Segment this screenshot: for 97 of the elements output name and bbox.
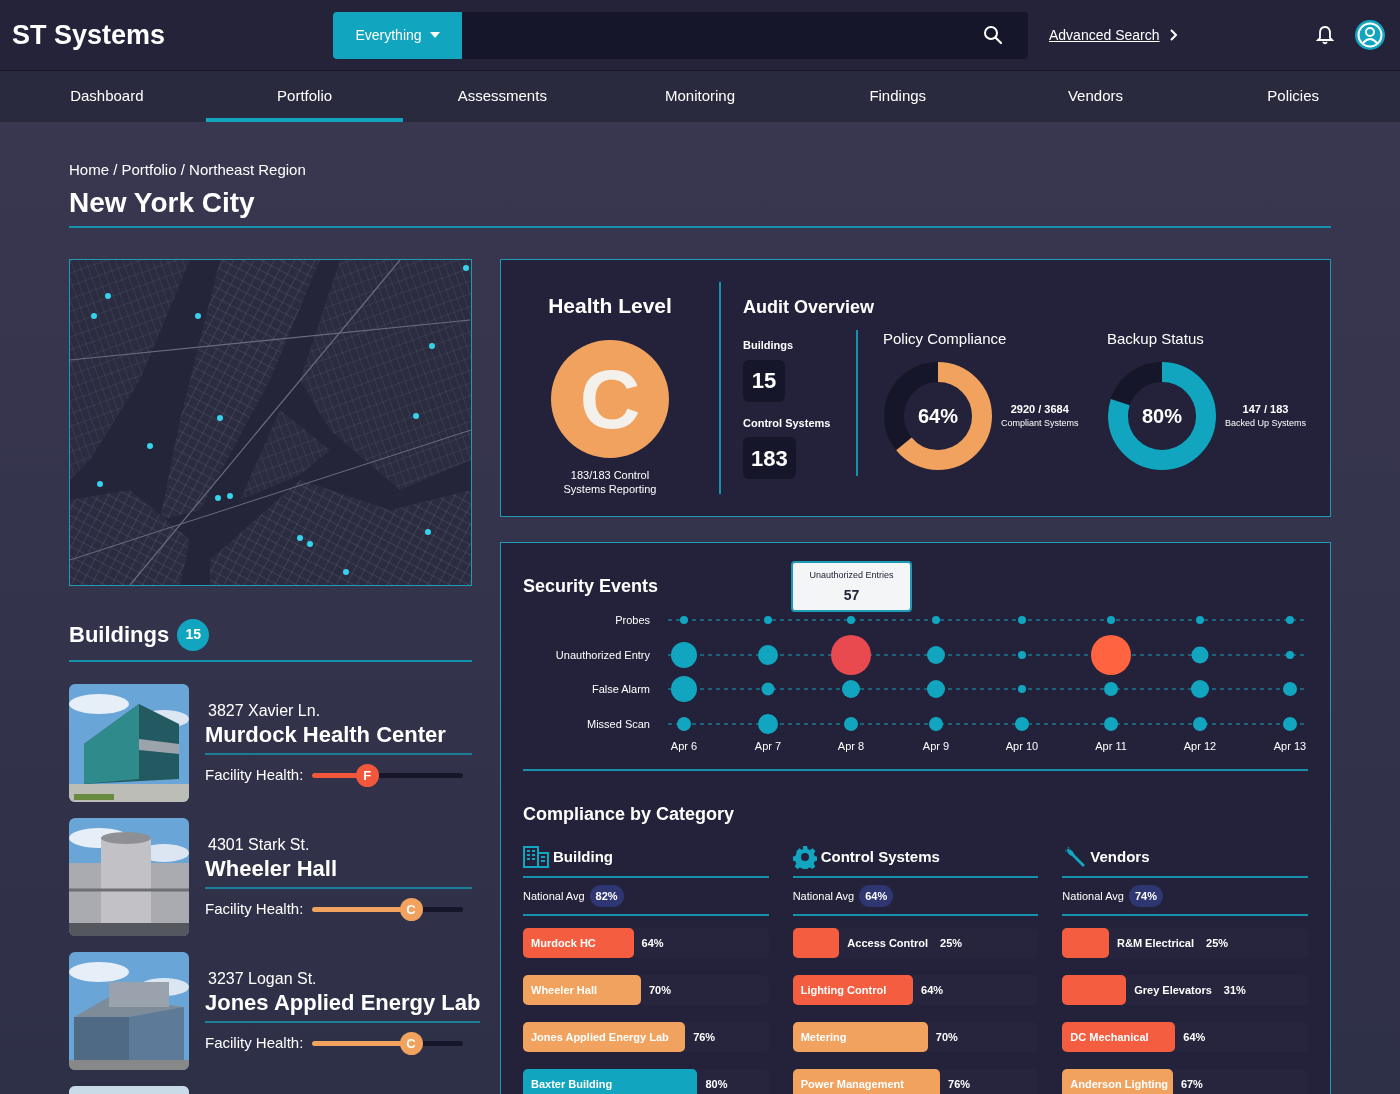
national-avg-badge: 74%	[1128, 884, 1163, 908]
compliance-bar: Baxter Building	[523, 1069, 698, 1094]
facility-health-label: Facility Health:	[205, 899, 304, 919]
date-label: Apr 6	[670, 740, 698, 752]
donut-percent: 64%	[917, 403, 959, 429]
bar-label: Access Control	[847, 935, 929, 951]
tooltip-title: Unauthorized Entries	[809, 569, 894, 581]
row-label: Unauthorized Entry	[555, 649, 650, 661]
bar-value: 25%	[940, 935, 963, 951]
breadcrumb[interactable]: Home / Portfolio / Northeast Region	[69, 160, 1331, 180]
compliance-bar: DC Mechanical	[1062, 1022, 1176, 1052]
row-label: Missed Scan	[587, 718, 650, 730]
national-avg-label: National Avg	[1062, 888, 1124, 904]
stat-value: 15	[743, 359, 785, 402]
advanced-search-link[interactable]: Advanced Search	[1049, 24, 1160, 46]
section-title: Compliance by Category	[523, 803, 735, 826]
compliance-bar: Jones Applied Energy Lab	[523, 1022, 686, 1052]
grade-thumb: F	[355, 763, 379, 787]
date-label: Apr 9	[922, 740, 950, 752]
bar-value: 64%	[921, 982, 944, 998]
panel-title: Security Events	[523, 575, 659, 598]
nav-tab[interactable]: Assessments	[403, 71, 602, 122]
category-title: Control Systems	[820, 846, 940, 867]
tooltip-value: 57	[843, 586, 860, 605]
nav-tab[interactable]: Monitoring	[601, 71, 799, 122]
compliance-bar: Lighting Control	[792, 975, 914, 1005]
notification-bell-icon[interactable]	[1316, 25, 1334, 45]
nav-tab[interactable]: Policies	[1194, 71, 1393, 122]
bar-value: 64%	[641, 935, 664, 951]
stat-value: 183	[743, 437, 796, 479]
page-title: New York City	[69, 186, 256, 220]
bar-value: 64%	[1183, 1029, 1206, 1045]
building-address: 4301 Stark St.	[207, 835, 311, 855]
date-label: Apr 8	[837, 740, 865, 752]
bar-value: 70%	[648, 982, 671, 998]
stat-label: Buildings	[743, 338, 795, 353]
bar-value: 76%	[693, 1029, 716, 1045]
count-badge: 15	[177, 618, 210, 651]
bar-label: Grey Elevators	[1134, 982, 1212, 998]
building-name[interactable]: Wheeler Hall	[205, 855, 472, 883]
donut-count: 2920 / 3684	[1010, 401, 1069, 417]
compliance-bar: Power Management	[792, 1069, 941, 1094]
bar-value: 76%	[948, 1076, 971, 1092]
donut-caption: Backed Up Systems	[1225, 417, 1307, 430]
compliance-bar: Metering	[792, 1022, 928, 1052]
building-address: 3827 Xavier Ln.	[207, 701, 322, 721]
health-caption: 183/183 Control Systems Reporting	[562, 467, 658, 496]
national-avg-badge: 82%	[589, 884, 624, 908]
bar-value: 80%	[705, 1076, 728, 1092]
user-avatar-icon[interactable]	[1354, 19, 1386, 51]
facility-health-label: Facility Health:	[205, 765, 304, 785]
compliance-bar: Murdock HC	[523, 928, 634, 958]
date-label: Apr 7	[754, 740, 782, 752]
caret-icon	[429, 32, 440, 38]
donut-caption: Compliant Systems	[1001, 417, 1079, 430]
panel-title: Audit Overview	[743, 296, 876, 319]
health-grade: C	[551, 339, 669, 458]
app-logo[interactable]: ST Systems	[12, 14, 333, 56]
bar-value: 25%	[1206, 935, 1229, 951]
building-name[interactable]: Murdock Health Center	[205, 721, 472, 749]
chart-title: Backup Status	[1107, 329, 1205, 349]
grade-thumb: C	[399, 897, 423, 921]
nav-tab[interactable]: Vendors	[996, 71, 1195, 122]
building-address: 3237 Logan St.	[207, 969, 318, 989]
gear-icon	[792, 845, 817, 869]
grade-thumb: C	[399, 1031, 423, 1055]
category-title: Building	[553, 846, 613, 867]
facility-health-label: Facility Health:	[205, 1033, 304, 1053]
bar-value: 70%	[935, 1029, 958, 1045]
bar-value: 31%	[1223, 982, 1246, 998]
donut-count: 147 / 183	[1242, 401, 1289, 417]
building-icon	[523, 846, 549, 868]
row-label: False Alarm	[591, 683, 650, 695]
date-label: Apr 10	[1005, 740, 1039, 752]
nav-tab[interactable]: Portfolio	[205, 71, 404, 122]
row-label: Probes	[615, 614, 650, 626]
bar-value: 67%	[1180, 1076, 1203, 1092]
date-label: Apr 11	[1095, 740, 1127, 752]
bar-label: R&M Electrical	[1117, 935, 1195, 951]
compliance-bar: Anderson Lighting	[1062, 1069, 1173, 1094]
national-avg-label: National Avg	[792, 888, 855, 904]
national-avg-label: National Avg	[523, 888, 585, 904]
category-title: Vendors	[1090, 846, 1150, 867]
donut-percent: 80%	[1141, 403, 1183, 429]
section-title: Buildings	[69, 621, 170, 649]
chart-title: Policy Compliance	[883, 329, 1008, 349]
panel-title: Health Level	[548, 293, 672, 319]
stat-label: Control Systems	[743, 415, 832, 431]
nav-tab[interactable]: Findings	[798, 71, 997, 122]
search-icon[interactable]	[983, 25, 1003, 45]
date-label: Apr 12	[1183, 740, 1217, 752]
chevron-right-icon	[1168, 29, 1177, 41]
national-avg-badge: 64%	[859, 884, 894, 908]
date-label: Apr 13	[1273, 740, 1306, 752]
nav-tab[interactable]: Dashboard	[8, 71, 206, 122]
compliance-bar: Wheeler Hall	[523, 975, 641, 1005]
building-name[interactable]: Jones Applied Energy Lab	[205, 989, 481, 1017]
